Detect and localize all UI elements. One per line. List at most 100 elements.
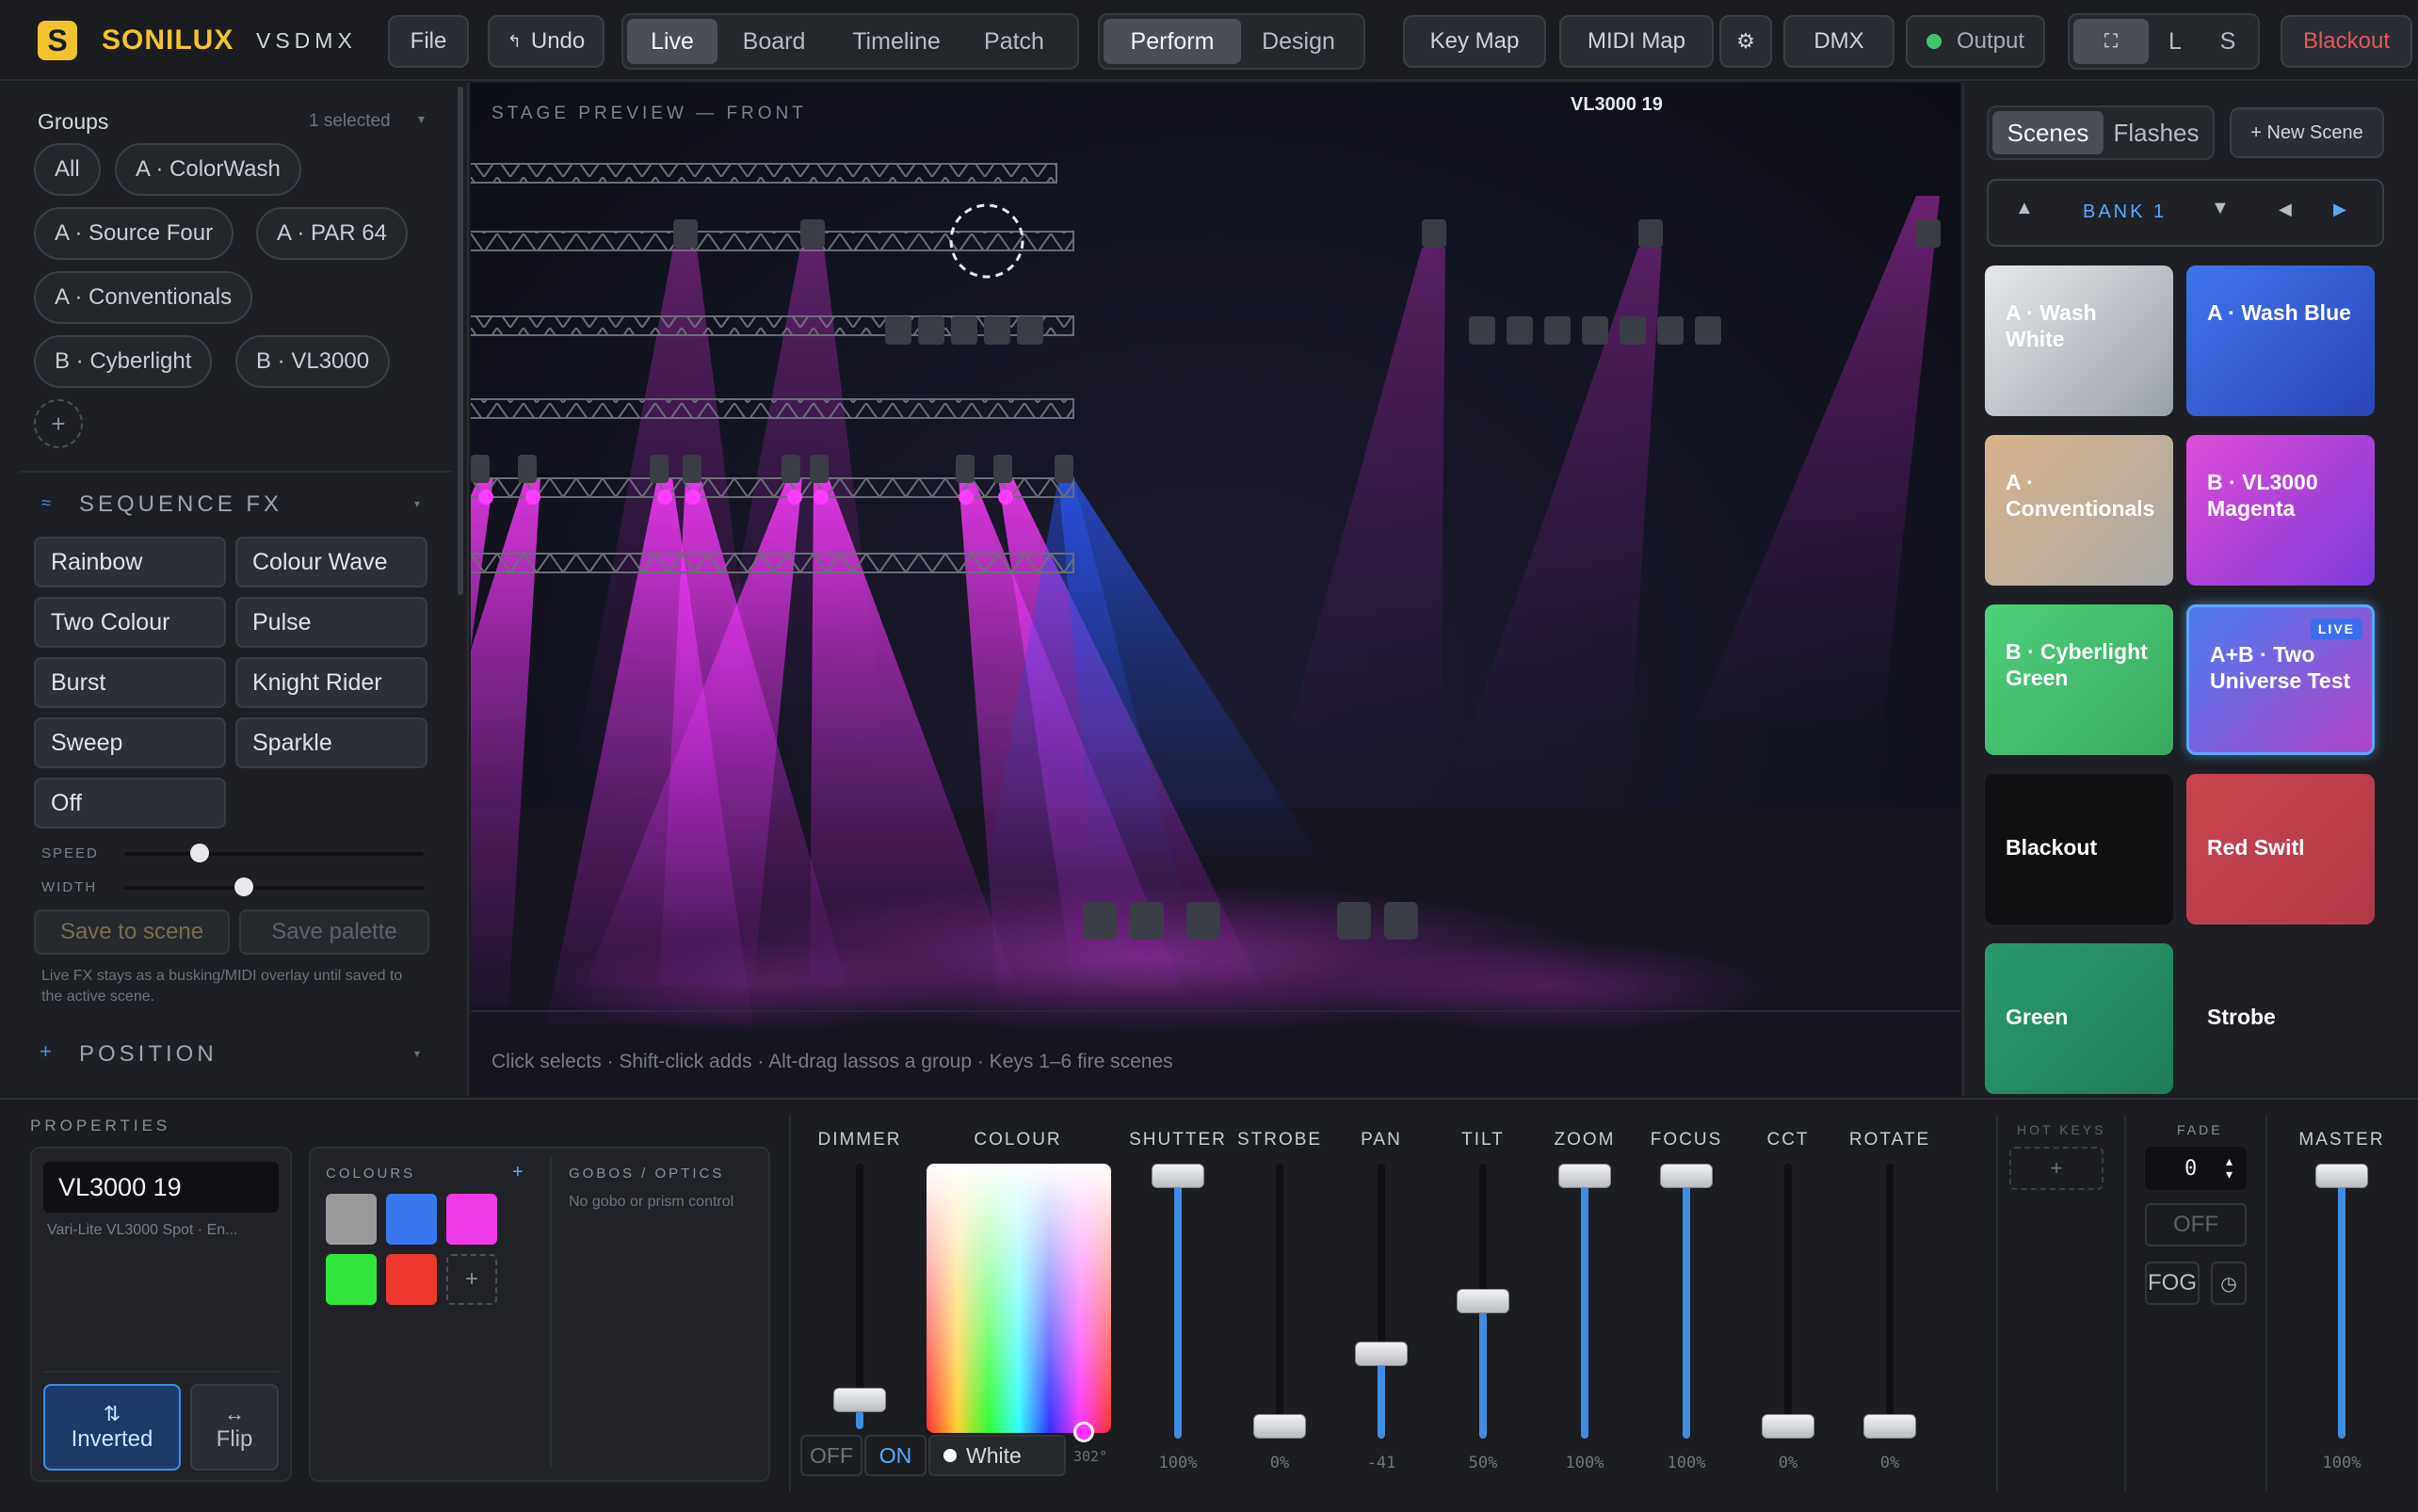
chevron-down-icon[interactable]: ▾: [414, 497, 420, 510]
inverted-button[interactable]: ⇅ Inverted: [43, 1384, 181, 1471]
scene-tile[interactable]: B · Cyberlight Green: [1985, 604, 2173, 755]
tab-scenes[interactable]: Scenes: [1992, 111, 2104, 154]
fader-knob[interactable]: [1660, 1164, 1713, 1188]
scene-tile[interactable]: Red Switl: [2186, 774, 2375, 925]
colour-swatch[interactable]: [326, 1194, 377, 1245]
channel-fader[interactable]: [1863, 1164, 1916, 1439]
bank-down-icon[interactable]: ▼: [2211, 198, 2230, 219]
dmx-button[interactable]: DMX: [1783, 15, 1894, 68]
new-scene-button[interactable]: + New Scene: [2230, 107, 2384, 158]
fx-colour-wave-button[interactable]: Colour Wave: [235, 537, 427, 587]
layout-s-button[interactable]: S: [2201, 19, 2254, 64]
fixture-name-field[interactable]: VL3000 19: [43, 1162, 279, 1213]
fx-burst-button[interactable]: Burst: [34, 657, 226, 708]
scene-tile[interactable]: A · Wash Blue: [2186, 265, 2375, 416]
tab-flashes[interactable]: Flashes: [2104, 111, 2209, 154]
add-colour-icon[interactable]: +: [512, 1162, 524, 1183]
save-palette-button[interactable]: Save palette: [239, 909, 429, 955]
channel-fader[interactable]: [1152, 1164, 1204, 1439]
scene-tile[interactable]: A+B · Two Universe Test LIVE: [2186, 604, 2375, 755]
colour-swatch[interactable]: [326, 1254, 377, 1305]
fx-sparkle-button[interactable]: Sparkle: [235, 717, 427, 768]
file-button[interactable]: File: [388, 15, 469, 68]
group-chip-colorwash[interactable]: A · ColorWash: [115, 143, 301, 196]
colour-swatch[interactable]: [446, 1194, 497, 1245]
fx-knight-rider-button[interactable]: Knight Rider: [235, 657, 427, 708]
dimmer-off-button[interactable]: OFF: [800, 1435, 862, 1476]
flip-button[interactable]: ↔ Flip: [190, 1384, 279, 1471]
add-swatch-button[interactable]: +: [446, 1254, 497, 1305]
dimmer-on-button[interactable]: ON: [864, 1435, 927, 1476]
output-button[interactable]: Output: [1906, 15, 2045, 68]
scene-tile[interactable]: Green: [1985, 943, 2173, 1094]
fader-knob[interactable]: [1558, 1164, 1611, 1188]
fx-off-button[interactable]: Off: [34, 778, 226, 828]
group-chip-vl3000[interactable]: B · VL3000: [235, 335, 391, 388]
fx-pulse-button[interactable]: Pulse: [235, 597, 427, 648]
bank-up-icon[interactable]: ▲: [2015, 198, 2034, 219]
save-to-scene-button[interactable]: Save to scene: [34, 909, 230, 955]
channel-fader[interactable]: [1558, 1164, 1611, 1439]
tab-perform[interactable]: Perform: [1104, 19, 1241, 64]
fog-timer-button[interactable]: ◷: [2211, 1262, 2247, 1305]
fader-knob[interactable]: [1152, 1164, 1204, 1188]
scene-tile[interactable]: B · VL3000 Magenta: [2186, 435, 2375, 586]
colour-name-field[interactable]: White: [928, 1435, 1066, 1476]
speed-slider-thumb[interactable]: [189, 844, 209, 862]
fader-knob[interactable]: [1457, 1289, 1509, 1313]
fader-knob[interactable]: [1863, 1414, 1916, 1439]
groups-menu-icon[interactable]: ▾: [418, 111, 425, 127]
colour-swatch[interactable]: [386, 1194, 437, 1245]
colour-picker-handle[interactable]: [1073, 1422, 1094, 1442]
position-title[interactable]: POSITION: [79, 1041, 218, 1068]
group-chip-sourcefour[interactable]: A · Source Four: [34, 207, 234, 260]
channel-fader[interactable]: [1660, 1164, 1713, 1439]
scene-tile[interactable]: Strobe: [2186, 943, 2375, 1094]
fader-knob[interactable]: [833, 1388, 886, 1413]
width-slider-track[interactable]: [124, 886, 424, 890]
blackout-button[interactable]: Blackout: [2281, 15, 2412, 68]
channel-fader[interactable]: [1457, 1164, 1509, 1439]
group-chip-conventionals[interactable]: A · Conventionals: [34, 271, 253, 324]
layout-full-button[interactable]: ⛶: [2073, 19, 2149, 64]
bank-prev-icon[interactable]: ◀: [2279, 200, 2292, 219]
bank-next-icon[interactable]: ▶: [2333, 200, 2346, 219]
group-chip-cyberlight[interactable]: B · Cyberlight: [34, 335, 213, 388]
fader-knob[interactable]: [1762, 1414, 1814, 1439]
stage-canvas[interactable]: [282, 83, 1960, 1096]
scene-tile[interactable]: A · Wash White: [1985, 265, 2173, 416]
group-chip-par64[interactable]: A · PAR 64: [256, 207, 408, 260]
layout-l-button[interactable]: L: [2149, 19, 2201, 64]
fx-two-colour-button[interactable]: Two Colour: [34, 597, 226, 648]
stage-preview[interactable]: [282, 83, 1960, 1096]
fader-knob[interactable]: [2315, 1164, 2368, 1188]
left-scrollbar[interactable]: [458, 87, 463, 595]
speed-slider-track[interactable]: [124, 852, 424, 856]
channel-fader[interactable]: [1762, 1164, 1814, 1439]
add-hotkey-button[interactable]: +: [2009, 1147, 2104, 1190]
scene-tile[interactable]: A · Conventionals: [1985, 435, 2173, 586]
sequence-fx-title[interactable]: SEQUENCE FX: [79, 491, 282, 518]
fog-off-button[interactable]: OFF: [2145, 1203, 2247, 1247]
fx-rainbow-button[interactable]: Rainbow: [34, 537, 226, 587]
fade-stepper-icon[interactable]: ▴ ▾: [2226, 1154, 2233, 1181]
settings-button[interactable]: ⚙: [1719, 15, 1772, 68]
master-fader[interactable]: [2315, 1164, 2368, 1439]
add-group-button[interactable]: +: [34, 399, 83, 448]
dimmer-fader[interactable]: [833, 1164, 886, 1429]
fog-button[interactable]: FOG: [2145, 1262, 2200, 1305]
colour-swatch[interactable]: [386, 1254, 437, 1305]
keymap-button[interactable]: Key Map: [1403, 15, 1546, 68]
fader-knob[interactable]: [1253, 1414, 1306, 1439]
undo-button[interactable]: ↰ Undo: [488, 15, 604, 68]
scene-tile[interactable]: Blackout: [1985, 774, 2173, 925]
fader-knob[interactable]: [1355, 1341, 1408, 1366]
colour-picker[interactable]: [927, 1164, 1111, 1433]
tab-timeline[interactable]: Timeline: [830, 19, 962, 64]
group-chip-all[interactable]: All: [34, 143, 101, 196]
fx-sweep-button[interactable]: Sweep: [34, 717, 226, 768]
tab-live[interactable]: Live: [627, 19, 717, 64]
tab-board[interactable]: Board: [717, 19, 830, 64]
tab-patch[interactable]: Patch: [962, 19, 1066, 64]
channel-fader[interactable]: [1355, 1164, 1408, 1439]
